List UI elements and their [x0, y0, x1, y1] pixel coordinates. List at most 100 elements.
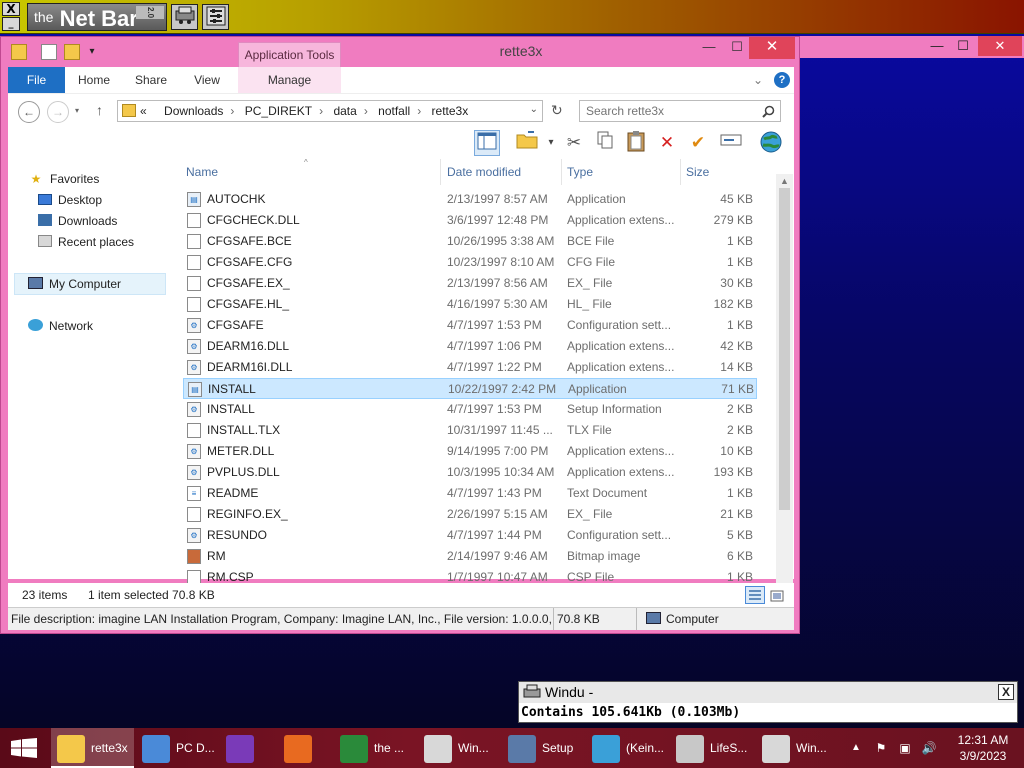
file-row[interactable]: ⚙ PVPLUS.DLL 10/3/1995 10:34 AM Application… [183, 462, 757, 483]
taskbar-item[interactable]: the ... [334, 728, 416, 768]
file-row[interactable]: REGINFO.EX_ 2/26/1997 5:15 AM EX_ File 21 K… [183, 504, 757, 525]
taskbar-item[interactable]: Win... [756, 728, 838, 768]
folder-icon [57, 734, 85, 763]
forward-button[interactable]: → [47, 101, 69, 123]
vertical-scrollbar[interactable]: ▲ ▼ [776, 174, 793, 616]
nav-favorites[interactable]: ★ Favorites [28, 169, 100, 189]
breadcrumb-rette3x[interactable]: rette3x [432, 104, 469, 118]
close-button[interactable]: ✕ [749, 37, 795, 59]
address-bar[interactable]: « Downloads › PC_DIREKT › data › notfall › r… [117, 100, 543, 122]
maximize-button[interactable]: ☐ [723, 37, 751, 59]
file-row[interactable]: ⚙ DEARM16I.DLL 4/7/1997 1:22 PM Application… [183, 357, 757, 378]
address-dropdown-icon[interactable]: ⌄ [530, 104, 538, 115]
bg-maximize-button[interactable]: ☐ [948, 36, 978, 56]
file-row[interactable]: ▤ AUTOCHK 2/13/1997 8:57 AM Application 45 K… [183, 189, 757, 210]
popup-close-button[interactable]: X [998, 684, 1014, 700]
file-row[interactable]: CFGSAFE.CFG 10/23/1997 8:10 AM CFG File 1 K… [183, 252, 757, 273]
bg-close-button[interactable]: ✕ [978, 36, 1022, 56]
ribbon-expand-icon[interactable]: ⌄ [750, 67, 766, 93]
file-row[interactable]: ▤ INSTALL 10/22/1997 2:42 PM Application 71 … [183, 378, 757, 399]
minimize-button[interactable]: — [695, 37, 723, 59]
file-row[interactable]: ⚙ CFGSAFE 4/7/1997 1:53 PM Configuration se… [183, 315, 757, 336]
details-view-icon[interactable] [745, 586, 765, 604]
file-row[interactable]: ⚙ METER.DLL 9/14/1995 7:00 PM Application e… [183, 441, 757, 462]
breadcrumb-downloads[interactable]: Downloads [164, 104, 223, 118]
taskbar-item[interactable]: Setup [502, 728, 584, 768]
copy-icon[interactable] [592, 130, 618, 156]
start-button[interactable] [0, 728, 48, 768]
file-size: 10 KB [720, 444, 753, 458]
file-name: CFGSAFE.CFG [207, 255, 293, 269]
recent-locations-icon[interactable]: ▾ [75, 106, 79, 115]
breadcrumb-data[interactable]: data [333, 104, 356, 118]
delete-icon[interactable]: ✕ [654, 130, 680, 156]
tab-share[interactable]: Share [131, 67, 171, 93]
netbar-close-button[interactable]: X [2, 2, 20, 16]
file-row[interactable]: CFGSAFE.HL_ 4/16/1997 5:30 AM HL_ File 182 … [183, 294, 757, 315]
column-name[interactable]: Name [186, 159, 218, 185]
paste-icon[interactable] [623, 130, 649, 156]
nav-recent-places[interactable]: Recent places [38, 232, 134, 252]
back-button[interactable]: ← [18, 101, 40, 123]
globe-icon[interactable] [758, 130, 784, 156]
tab-home[interactable]: Home [73, 67, 115, 93]
help-icon[interactable]: ? [774, 72, 790, 88]
checkmark-icon[interactable]: ✔ [685, 130, 711, 156]
preview-pane-icon[interactable] [474, 130, 500, 156]
up-arrow-icon[interactable]: ↑ [96, 102, 103, 118]
address-folder-icon [122, 104, 136, 117]
refresh-icon[interactable]: ↻ [551, 102, 563, 119]
breadcrumb-overflow[interactable]: « [140, 104, 147, 118]
search-icon[interactable] [762, 105, 775, 118]
file-description: File description: imagine LAN Installati… [11, 612, 551, 626]
taskbar-item[interactable]: LifeS... [670, 728, 754, 768]
folder-options-icon[interactable] [514, 130, 540, 156]
file-row[interactable]: ≡ README 4/7/1997 1:43 PM Text Document 1 KB [183, 483, 757, 504]
file-row[interactable]: ⚙ RESUNDO 4/7/1997 1:44 PM Configuration se… [183, 525, 757, 546]
breadcrumb-pc-direkt[interactable]: PC_DIREKT [245, 104, 312, 118]
column-type[interactable]: Type [567, 159, 593, 185]
new-folder-icon[interactable] [64, 44, 80, 60]
clock[interactable]: 12:31 AM 3/9/2023 [948, 732, 1018, 764]
breadcrumb-notfall[interactable]: notfall [378, 104, 410, 118]
properties-icon[interactable] [41, 44, 57, 60]
rename-icon[interactable] [718, 130, 744, 156]
taskbar-item[interactable] [220, 728, 276, 768]
nav-downloads[interactable]: Downloads [38, 211, 117, 231]
tab-manage[interactable]: Manage [238, 67, 341, 93]
cut-icon[interactable]: ✂ [561, 130, 587, 156]
action-center-flag-icon[interactable]: ⚑ [872, 728, 890, 768]
file-row[interactable]: ⚙ DEARM16.DLL 4/7/1997 1:06 PM Application … [183, 336, 757, 357]
tray-overflow-icon[interactable]: ▲ [848, 728, 864, 768]
file-size: 193 KB [713, 465, 753, 479]
nav-desktop[interactable]: Desktop [38, 190, 102, 210]
scrollbar-thumb[interactable] [779, 188, 790, 510]
taskbar-item[interactable] [278, 728, 332, 768]
taskbar-item[interactable]: (Kein... [586, 728, 668, 768]
large-icons-view-icon[interactable] [770, 587, 784, 603]
file-row[interactable]: RM 2/14/1997 9:46 AM Bitmap image 6 KB [183, 546, 757, 567]
nav-network[interactable]: Network [28, 316, 93, 336]
search-box[interactable] [579, 100, 781, 122]
settings-app-icon[interactable] [202, 4, 229, 30]
file-row[interactable]: CFGSAFE.EX_ 2/13/1997 8:56 AM EX_ File 30 K… [183, 273, 757, 294]
nav-my-computer[interactable]: My Computer [28, 274, 121, 294]
file-row[interactable]: ⚙ INSTALL 4/7/1997 1:53 PM Setup Informatio… [183, 399, 757, 420]
file-row[interactable]: CFGSAFE.BCE 10/26/1995 3:38 AM BCE File 1 K… [183, 231, 757, 252]
search-input[interactable] [586, 103, 756, 119]
file-row[interactable]: CFGCHECK.DLL 3/6/1997 12:48 PM Application… [183, 210, 757, 231]
scroll-up-icon[interactable]: ▲ [776, 174, 793, 188]
network-app-icon[interactable] [171, 4, 198, 30]
taskbar-item[interactable]: PC D... [136, 728, 218, 768]
file-row[interactable]: INSTALL.TLX 10/31/1997 11:45 ... TLX File 2… [183, 420, 757, 441]
netbar-minimize-button[interactable]: _ [2, 17, 20, 31]
taskbar-item[interactable]: Win... [418, 728, 500, 768]
network-tray-icon[interactable]: ▣ [896, 728, 914, 768]
tab-file[interactable]: File [8, 67, 65, 93]
volume-icon[interactable]: 🔊 [920, 728, 938, 768]
qat-dropdown-icon[interactable]: ▾ [84, 44, 100, 60]
taskbar-item[interactable]: rette3x [51, 728, 134, 768]
column-date-modified[interactable]: Date modified [447, 159, 521, 185]
column-size[interactable]: Size [686, 159, 709, 185]
tab-view[interactable]: View [188, 67, 226, 93]
